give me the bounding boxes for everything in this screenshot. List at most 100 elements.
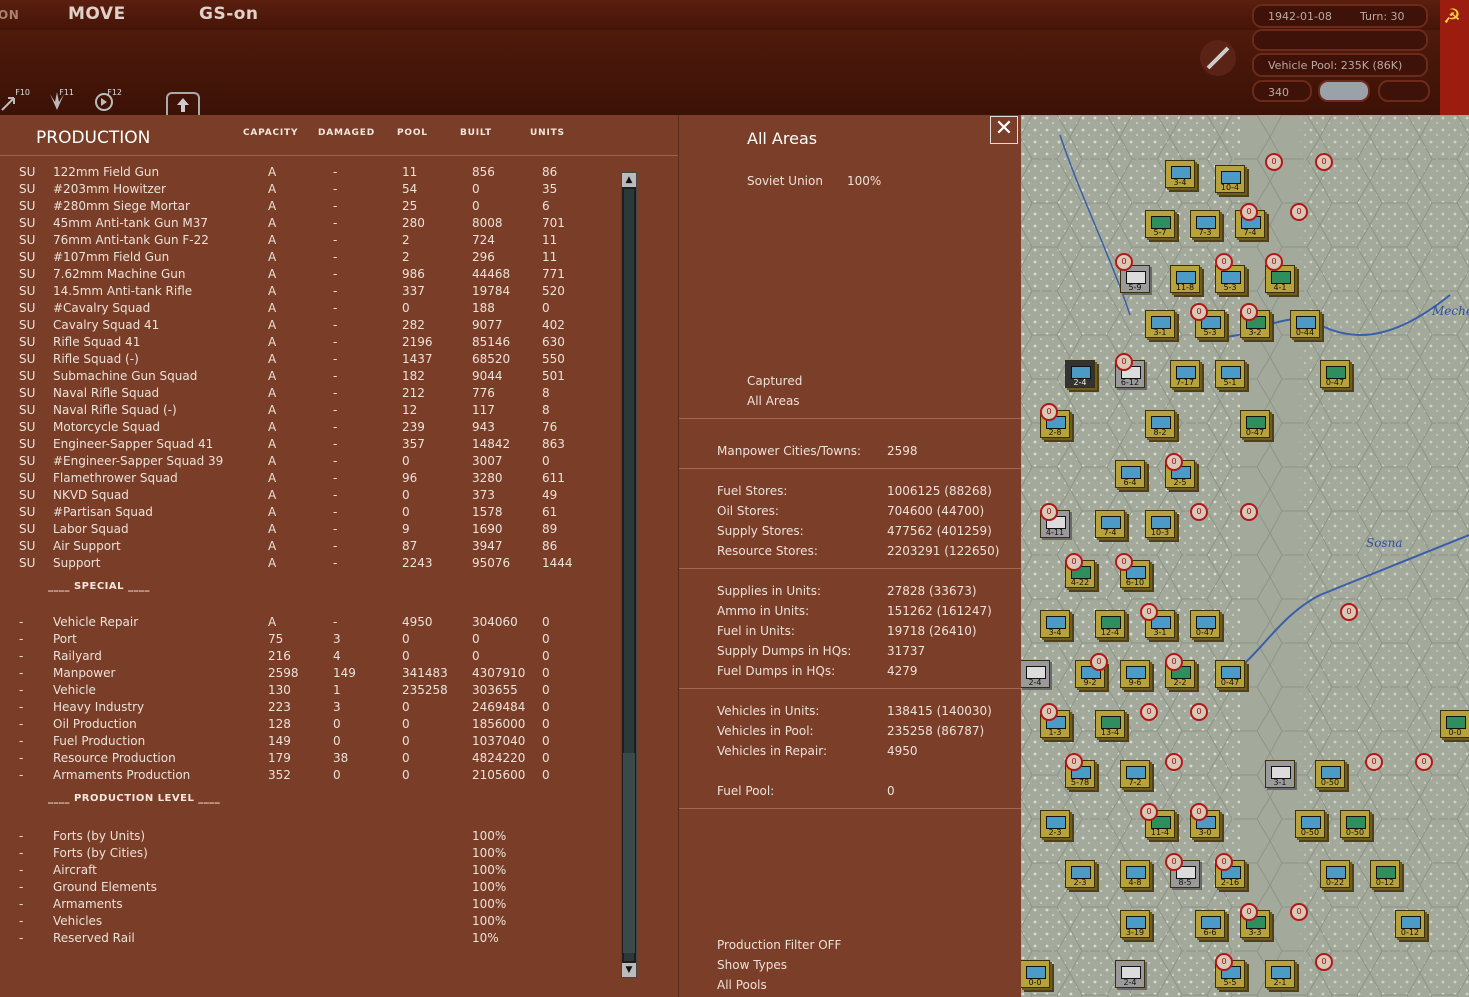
- unit-counter[interactable]: 2-1: [1265, 960, 1295, 988]
- toggle-button[interactable]: [1318, 80, 1370, 102]
- scroll-thumb[interactable]: [623, 753, 635, 953]
- tab-move[interactable]: MOVE: [68, 4, 126, 24]
- unit-counter[interactable]: 3-4: [1040, 610, 1070, 638]
- unit-counter[interactable]: 0-0: [1440, 710, 1469, 738]
- red-marker-icon[interactable]: 0: [1165, 753, 1183, 771]
- blank-button[interactable]: [1378, 80, 1430, 102]
- red-marker-icon[interactable]: 0: [1140, 603, 1158, 621]
- production-filter-toggle[interactable]: Production Filter OFF: [717, 938, 841, 952]
- unit-counter[interactable]: 0-50: [1315, 760, 1345, 788]
- captured-all-label[interactable]: All Areas: [747, 394, 800, 408]
- unit-counter[interactable]: 11-8: [1170, 265, 1200, 293]
- unit-counter[interactable]: 0-50: [1295, 810, 1325, 838]
- red-marker-icon[interactable]: 0: [1240, 903, 1258, 921]
- unit-counter[interactable]: 13-4: [1095, 710, 1125, 738]
- red-marker-icon[interactable]: 0: [1290, 903, 1308, 921]
- unit-counter[interactable]: 3-1: [1265, 760, 1295, 788]
- red-marker-icon[interactable]: 0: [1215, 953, 1233, 971]
- close-button[interactable]: ✕: [990, 116, 1018, 144]
- red-marker-icon[interactable]: 0: [1265, 253, 1283, 271]
- unit-counter[interactable]: 2-3: [1040, 810, 1070, 838]
- col-built[interactable]: BUILT: [460, 128, 492, 138]
- red-marker-icon[interactable]: 0: [1040, 703, 1058, 721]
- red-marker-icon[interactable]: 0: [1190, 503, 1208, 521]
- red-marker-icon[interactable]: 0: [1115, 253, 1133, 271]
- map-area[interactable]: Sosna Meche 3-4 10-4 5-7 7-3 7-4 5-9 11-8 5-3 4-…: [1020, 115, 1469, 997]
- unit-counter[interactable]: 0-47: [1240, 410, 1270, 438]
- red-marker-icon[interactable]: 0: [1315, 953, 1333, 971]
- unit-counter[interactable]: 7-4: [1095, 510, 1125, 538]
- hotkey-f11[interactable]: F11: [44, 88, 74, 112]
- red-marker-icon[interactable]: 0: [1040, 503, 1058, 521]
- col-units[interactable]: UNITS: [530, 128, 565, 138]
- unit-counter[interactable]: 0-47: [1320, 360, 1350, 388]
- unit-counter[interactable]: 7-17: [1170, 360, 1200, 388]
- unit-counter[interactable]: 4-8: [1120, 860, 1150, 888]
- unit-counter[interactable]: 8-2: [1145, 410, 1175, 438]
- unit-counter[interactable]: 0-22: [1320, 860, 1350, 888]
- unit-counter[interactable]: 0-12: [1370, 860, 1400, 888]
- red-marker-icon[interactable]: 0: [1365, 753, 1383, 771]
- unit-counter[interactable]: 0-47: [1190, 610, 1220, 638]
- unit-counter[interactable]: 9-6: [1120, 660, 1150, 688]
- red-marker-icon[interactable]: 0: [1165, 653, 1183, 671]
- unit-counter[interactable]: 12-4: [1095, 610, 1125, 638]
- red-marker-icon[interactable]: 0: [1240, 503, 1258, 521]
- tab-gs[interactable]: GS-on: [199, 4, 259, 24]
- country-label[interactable]: Soviet Union: [747, 174, 823, 188]
- hotkey-f10[interactable]: F10: [0, 88, 30, 112]
- red-marker-icon[interactable]: 0: [1165, 453, 1183, 471]
- red-marker-icon[interactable]: 0: [1415, 753, 1433, 771]
- unit-counter[interactable]: 10-4: [1215, 165, 1245, 193]
- unit-counter[interactable]: 2-4: [1065, 360, 1095, 388]
- unit-counter[interactable]: 2-4: [1020, 660, 1050, 688]
- red-marker-icon[interactable]: 0: [1190, 303, 1208, 321]
- red-marker-icon[interactable]: 0: [1065, 553, 1083, 571]
- red-marker-icon[interactable]: 0: [1340, 603, 1358, 621]
- red-marker-icon[interactable]: 0: [1190, 803, 1208, 821]
- all-pools-toggle[interactable]: All Pools: [717, 978, 767, 992]
- red-marker-icon[interactable]: 0: [1040, 403, 1058, 421]
- col-pool[interactable]: POOL: [397, 128, 428, 138]
- unit-counter[interactable]: 7-2: [1120, 760, 1150, 788]
- unit-counter[interactable]: 0-12: [1395, 910, 1425, 938]
- unit-counter[interactable]: 0-0: [1020, 960, 1050, 988]
- unit-counter[interactable]: 0-50: [1340, 810, 1370, 838]
- red-marker-icon[interactable]: 0: [1290, 203, 1308, 221]
- red-marker-icon[interactable]: 0: [1315, 153, 1333, 171]
- unit-counter[interactable]: 3-1: [1145, 310, 1175, 338]
- unit-counter[interactable]: 6-6: [1195, 910, 1225, 938]
- red-marker-icon[interactable]: 0: [1065, 753, 1083, 771]
- scroll-down-icon[interactable]: ▼: [622, 963, 636, 977]
- red-marker-icon[interactable]: 0: [1265, 153, 1283, 171]
- red-marker-icon[interactable]: 0: [1140, 803, 1158, 821]
- red-marker-icon[interactable]: 0: [1115, 553, 1133, 571]
- unit-counter[interactable]: 3-19: [1120, 910, 1150, 938]
- red-marker-icon[interactable]: 0: [1240, 203, 1258, 221]
- unit-counter[interactable]: 2-3: [1065, 860, 1095, 888]
- red-marker-icon[interactable]: 0: [1115, 353, 1133, 371]
- unit-counter[interactable]: 7-3: [1190, 210, 1220, 238]
- col-damaged[interactable]: DAMAGED: [318, 128, 375, 138]
- tab-left[interactable]: ON: [0, 8, 19, 22]
- unit-counter[interactable]: 10-3: [1145, 510, 1175, 538]
- red-marker-icon[interactable]: 0: [1215, 853, 1233, 871]
- red-marker-icon[interactable]: 0: [1165, 853, 1183, 871]
- captured-label[interactable]: Captured: [747, 374, 802, 388]
- red-marker-icon[interactable]: 0: [1190, 703, 1208, 721]
- pen-button[interactable]: [1200, 40, 1236, 76]
- unit-counter[interactable]: 5-1: [1215, 360, 1245, 388]
- unit-counter[interactable]: 2-4: [1115, 960, 1145, 988]
- unit-counter[interactable]: 5-7: [1145, 210, 1175, 238]
- scroll-up-icon[interactable]: ▲: [622, 173, 636, 187]
- show-types-toggle[interactable]: Show Types: [717, 958, 787, 972]
- red-marker-icon[interactable]: 0: [1215, 253, 1233, 271]
- red-marker-icon[interactable]: 0: [1240, 303, 1258, 321]
- red-marker-icon[interactable]: 0: [1140, 703, 1158, 721]
- red-marker-icon[interactable]: 0: [1090, 653, 1108, 671]
- unit-counter[interactable]: 3-4: [1165, 160, 1195, 188]
- up-arrow-button[interactable]: [166, 92, 200, 116]
- hotkey-f12[interactable]: F12: [92, 88, 122, 112]
- unit-counter[interactable]: 0-47: [1215, 660, 1245, 688]
- unit-counter[interactable]: 0-44: [1290, 310, 1320, 338]
